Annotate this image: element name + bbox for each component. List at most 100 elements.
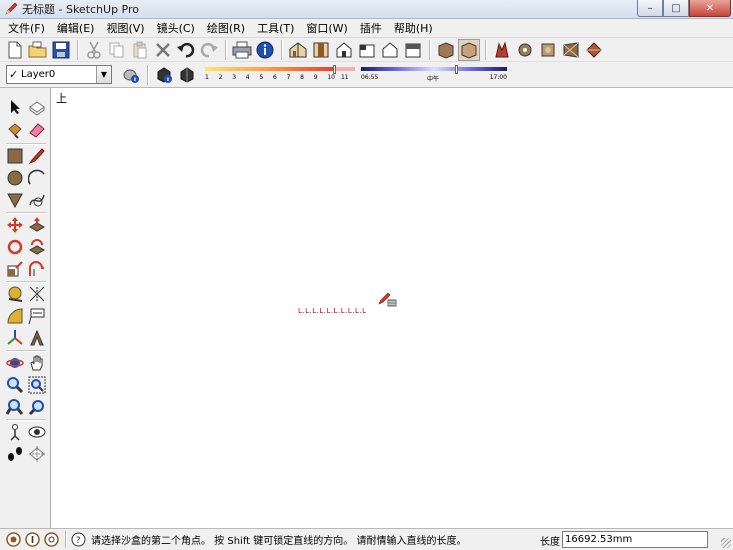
zoom-window-icon[interactable] xyxy=(26,374,47,395)
axes-icon[interactable] xyxy=(4,327,25,348)
menu-plugins[interactable]: 插件 xyxy=(358,19,384,37)
orbit-icon[interactable] xyxy=(4,352,25,373)
month-slider-handle[interactable] xyxy=(333,64,336,74)
offset-icon[interactable] xyxy=(26,258,47,279)
front-view-icon[interactable] xyxy=(333,39,355,61)
resize-grip[interactable] xyxy=(721,538,731,548)
help-icon[interactable]: ? xyxy=(70,531,87,548)
top-view-icon[interactable] xyxy=(310,39,332,61)
shadow-settings-icon[interactable] xyxy=(153,64,175,86)
select-icon[interactable] xyxy=(4,96,25,117)
protractor-icon[interactable] xyxy=(4,305,25,326)
section-cut-icon[interactable] xyxy=(583,39,605,61)
text-icon[interactable] xyxy=(26,305,47,326)
time-end-label: 17:00 xyxy=(489,73,507,81)
move-icon[interactable] xyxy=(4,214,25,235)
menu-window[interactable]: 窗口(W) xyxy=(304,19,349,37)
scale-icon[interactable] xyxy=(4,258,25,279)
measurements-label: 长度 xyxy=(540,537,560,548)
display-shadows-icon[interactable] xyxy=(176,64,198,86)
drawing-canvas[interactable]: 上 L.L.L.L.L.L.L.L.L.L xyxy=(52,88,733,528)
left-view-icon[interactable] xyxy=(402,39,424,61)
new-icon[interactable] xyxy=(4,39,26,61)
time-start-label: 06:55 xyxy=(361,73,379,81)
layer-manager-icon[interactable] xyxy=(120,64,142,86)
menu-file[interactable]: 文件(F) xyxy=(6,19,47,37)
dimension-preview: L.L.L.L.L.L.L.L.L.L xyxy=(298,307,367,315)
copy-icon[interactable] xyxy=(106,39,128,61)
monochrome-icon[interactable] xyxy=(560,39,582,61)
xray-icon[interactable] xyxy=(435,39,457,61)
minimize-button[interactable]: – xyxy=(637,0,663,17)
month-label: 3 xyxy=(232,73,237,81)
credits-icon[interactable] xyxy=(24,531,41,548)
redo-icon[interactable] xyxy=(198,39,220,61)
zoom-icon[interactable] xyxy=(4,374,25,395)
layer-current-value: Layer0 xyxy=(21,69,56,80)
sketchup-pencil-icon xyxy=(5,2,18,15)
tape-measure-icon[interactable] xyxy=(4,283,25,304)
paste-icon[interactable] xyxy=(129,39,151,61)
open-icon[interactable] xyxy=(27,39,49,61)
save-icon[interactable] xyxy=(50,39,72,61)
line-icon[interactable] xyxy=(26,145,47,166)
account-icon[interactable] xyxy=(43,531,60,548)
geo-location-icon[interactable] xyxy=(5,531,22,548)
model-info-icon[interactable] xyxy=(254,39,276,61)
status-bar: ? 请选择沙盒的第二个角点。 按 Shift 键可锁定直线的方向。 请耐情输入直… xyxy=(0,528,733,550)
erase-icon[interactable] xyxy=(152,39,174,61)
wireframe-icon[interactable] xyxy=(458,38,480,61)
zoom-extents-icon[interactable] xyxy=(26,396,47,417)
menu-help[interactable]: 帮助(H) xyxy=(392,19,435,37)
iso-view-icon[interactable] xyxy=(287,39,309,61)
position-camera-icon[interactable] xyxy=(4,421,25,442)
eraser-icon[interactable] xyxy=(26,119,47,140)
undo-icon[interactable] xyxy=(175,39,197,61)
shaded-texture-icon[interactable] xyxy=(537,39,559,61)
menu-tools[interactable]: 工具(T) xyxy=(255,19,296,37)
time-slider-handle[interactable] xyxy=(455,64,458,74)
print-icon[interactable] xyxy=(231,39,253,61)
layers-shadows-toolbar: ✓ Layer0 ▼ 1 2 3 4 5 6 7 8 9 10 11 06:55… xyxy=(0,62,733,88)
3d-text-icon[interactable] xyxy=(26,327,47,348)
toolbar-separator xyxy=(281,39,283,60)
time-slider-track[interactable] xyxy=(361,66,507,71)
toolbar-separator xyxy=(225,39,227,60)
shaded-icon[interactable] xyxy=(514,39,536,61)
pan-icon[interactable] xyxy=(26,352,47,373)
menu-view[interactable]: 视图(V) xyxy=(104,19,146,37)
toolbar-separator xyxy=(147,64,149,85)
menu-camera[interactable]: 镜头(C) xyxy=(155,19,197,37)
section-plane-icon[interactable] xyxy=(26,443,47,464)
walk-icon[interactable] xyxy=(4,443,25,464)
month-label: 4 xyxy=(245,73,250,81)
status-message: 请选择沙盒的第二个角点。 按 Shift 键可锁定直线的方向。 请耐情输入直线的… xyxy=(91,536,467,547)
dimension-icon[interactable] xyxy=(26,283,47,304)
paint-bucket-icon[interactable] xyxy=(4,119,25,140)
make-component-icon[interactable] xyxy=(26,96,47,117)
title-bar: 无标题 - SketchUp Pro – □ ✕ xyxy=(0,0,733,19)
close-button[interactable]: ✕ xyxy=(689,0,731,17)
window-title: 无标题 - SketchUp Pro xyxy=(22,3,140,16)
toolbar-separator xyxy=(429,39,431,60)
follow-me-icon[interactable] xyxy=(26,236,47,257)
arc-icon[interactable] xyxy=(26,167,47,188)
menu-edit[interactable]: 编辑(E) xyxy=(55,19,97,37)
circle-icon[interactable] xyxy=(4,167,25,188)
rectangle-icon[interactable] xyxy=(4,145,25,166)
look-around-icon[interactable] xyxy=(26,421,47,442)
rotate-icon[interactable] xyxy=(4,236,25,257)
right-view-icon[interactable] xyxy=(356,39,378,61)
push-pull-icon[interactable] xyxy=(26,214,47,235)
measurements-input[interactable]: 16692.53mm xyxy=(562,531,708,548)
menu-draw[interactable]: 绘图(R) xyxy=(205,19,247,37)
back-view-icon[interactable] xyxy=(379,39,401,61)
zoom-previous-icon[interactable] xyxy=(4,396,25,417)
freehand-icon[interactable] xyxy=(26,189,47,210)
hidden-line-icon[interactable] xyxy=(491,39,513,61)
layer-dropdown[interactable]: ✓ Layer0 ▼ xyxy=(6,65,112,84)
month-label: 7 xyxy=(286,73,291,81)
polygon-icon[interactable] xyxy=(4,189,25,210)
cut-icon[interactable] xyxy=(83,39,105,61)
maximize-button[interactable]: □ xyxy=(663,0,689,17)
